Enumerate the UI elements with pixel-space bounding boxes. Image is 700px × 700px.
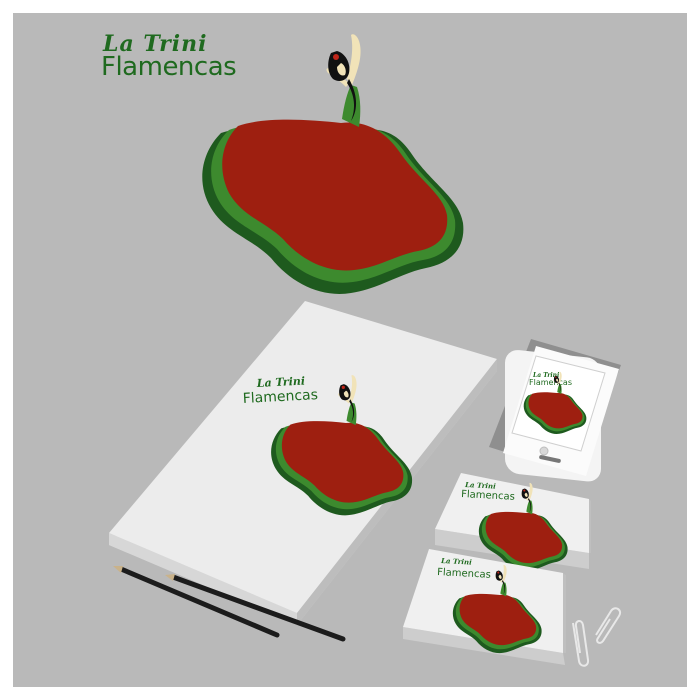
paperclip-icon — [595, 607, 621, 644]
brand-logo-line2: Flamencas — [101, 52, 237, 82]
mockup-scene: La Trini Flamencas La Trini Flamencas La… — [109, 34, 621, 667]
mockup-stage: La Trini Flamencas La Trini Flamencas La… — [13, 13, 687, 687]
phone-home-button — [539, 446, 549, 456]
paperclip-icon — [572, 620, 590, 667]
flamenco-dancer-icon — [202, 34, 464, 294]
phone-logo-line2: Flamencas — [529, 378, 572, 387]
brand-logo: La Trini Flamencas — [101, 33, 237, 82]
card2-logo-line1: La Trini — [440, 556, 472, 567]
smartphone-mockup: La Trini Flamencas — [489, 339, 621, 482]
